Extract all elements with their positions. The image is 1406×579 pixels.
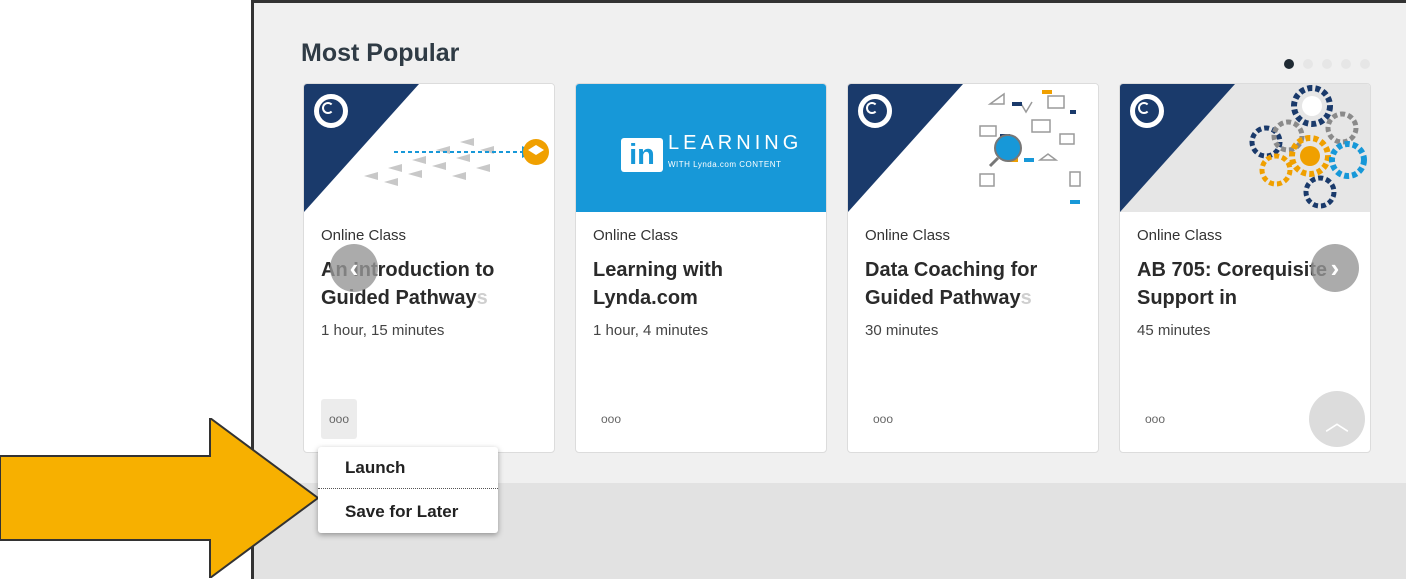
more-options-button[interactable]: ooo	[321, 399, 357, 439]
course-title-line-2: Guided Pathway	[865, 287, 1021, 309]
section-title: Most Popular	[301, 39, 460, 67]
carousel-prev-button[interactable]: ‹	[330, 244, 378, 292]
course-title-line-1: Data Coaching for	[865, 259, 1038, 281]
course-thumbnail	[304, 84, 554, 212]
course-card-2[interactable]: in LEARNING WITH Lynda.com CONTENT Onlin…	[575, 83, 827, 453]
carousel-dot-2[interactable]	[1303, 59, 1313, 69]
college-logo-icon	[1130, 94, 1164, 128]
pointer-arrow-icon	[0, 418, 320, 578]
linkedin-learning-wordmark: LEARNING	[668, 132, 803, 154]
linkedin-learning-subtitle: WITH Lynda.com CONTENT	[668, 160, 782, 169]
course-title-line-1: AB 705: Corequisite	[1137, 259, 1328, 281]
course-title-fade: s	[1020, 287, 1032, 309]
linkedin-logo-icon: in	[621, 138, 663, 172]
linkedin-learning-banner: in LEARNING WITH Lynda.com CONTENT	[576, 84, 826, 212]
carousel-pagination	[1284, 59, 1370, 69]
carousel-dot-4[interactable]	[1341, 59, 1351, 69]
course-title[interactable]: Learning with Lynda.com	[593, 256, 818, 312]
course-options-menu: Launch Save for Later	[318, 447, 498, 533]
carousel-dot-3[interactable]	[1322, 59, 1332, 69]
course-type: Online Class	[593, 227, 679, 244]
more-options-button[interactable]: ooo	[593, 399, 629, 439]
college-logo-icon	[858, 94, 892, 128]
course-title[interactable]: Data Coaching for Guided Pathways	[865, 256, 1090, 312]
course-duration: 1 hour, 4 minutes	[593, 322, 709, 339]
course-type: Online Class	[1137, 227, 1223, 244]
carousel-dot-1[interactable]	[1284, 59, 1294, 69]
course-thumbnail	[1120, 84, 1370, 212]
gears-illustration	[1249, 85, 1367, 209]
course-title-line-1: Learning with	[593, 259, 723, 281]
carousel-dot-5[interactable]	[1360, 59, 1370, 69]
course-duration: 1 hour, 15 minutes	[321, 322, 445, 339]
more-options-button[interactable]: ooo	[865, 399, 901, 439]
course-thumbnail	[848, 84, 1098, 212]
college-logo-icon	[314, 94, 348, 128]
course-card-3[interactable]: Online Class Data Coaching for Guided Pa…	[847, 83, 1099, 453]
course-duration: 45 minutes	[1137, 322, 1211, 339]
scroll-to-top-button[interactable]: ︿	[1309, 391, 1365, 447]
course-duration: 30 minutes	[865, 322, 939, 339]
course-title-fade: s	[476, 287, 488, 309]
menu-item-save-for-later[interactable]: Save for Later	[318, 491, 498, 533]
data-icons-illustration	[979, 90, 1081, 204]
course-thumbnail: in LEARNING WITH Lynda.com CONTENT	[576, 84, 826, 212]
course-type: Online Class	[321, 227, 407, 244]
course-type: Online Class	[865, 227, 951, 244]
course-title-line-2: Lynda.com	[593, 287, 698, 309]
more-options-button[interactable]: ooo	[1137, 399, 1173, 439]
pathway-arrows-illustration	[364, 138, 549, 186]
menu-item-launch[interactable]: Launch	[318, 447, 498, 489]
course-title-line-2: Support in	[1137, 287, 1237, 309]
carousel-next-button[interactable]: ›	[1311, 244, 1359, 292]
